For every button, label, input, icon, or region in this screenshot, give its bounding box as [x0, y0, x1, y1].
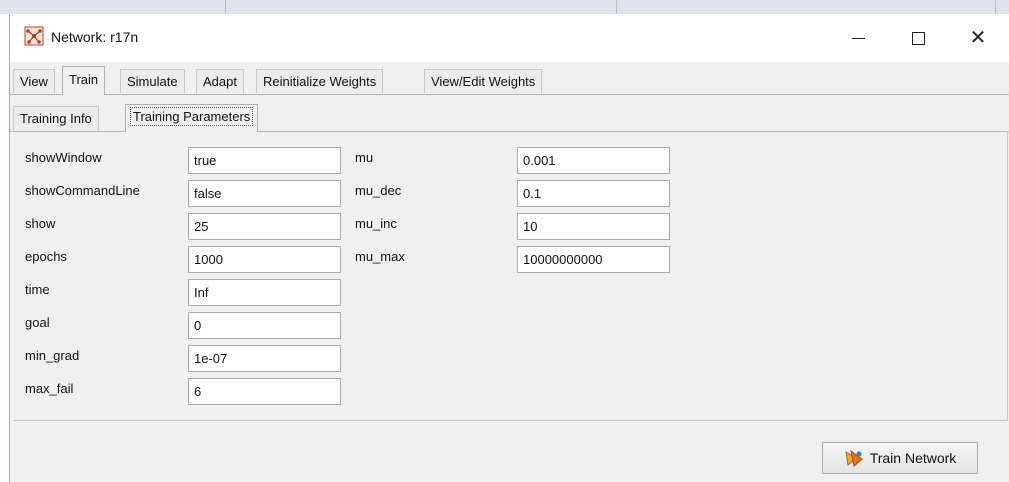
tab-train[interactable]: Train	[62, 66, 106, 95]
minimize-icon	[851, 37, 865, 39]
mu-inc-field[interactable]	[517, 213, 670, 240]
window-title: Network: r17n	[51, 29, 139, 45]
goal-field[interactable]	[188, 312, 341, 339]
param-label-showcommandline: showCommandLine	[25, 183, 140, 198]
main-tab-bar: View Train Simulate Adapt Reinitialize W…	[10, 66, 1009, 95]
time-field[interactable]	[188, 279, 341, 306]
tab-training-parameters-label: Training Parameters	[129, 107, 254, 126]
train-network-button[interactable]: Train Network	[822, 442, 978, 474]
param-label-min-grad: min_grad	[25, 348, 80, 363]
param-label-epochs: epochs	[25, 249, 67, 264]
param-label-mu-max: mu_max	[355, 249, 405, 264]
min-grad-field[interactable]	[188, 345, 341, 372]
neural-network-icon	[24, 26, 44, 46]
training-parameters-panel	[14, 131, 1008, 421]
desktop-divider	[616, 0, 617, 14]
maximize-button[interactable]	[895, 18, 941, 58]
show-field[interactable]	[188, 213, 341, 240]
desktop-background	[0, 0, 1009, 14]
train-network-label: Train Network	[869, 450, 957, 466]
close-button[interactable]: ✕	[955, 18, 1001, 58]
param-label-mu-inc: mu_inc	[355, 216, 397, 231]
title-bar[interactable]: Network: r17n ✕	[10, 14, 1009, 62]
param-label-goal: goal	[25, 315, 50, 330]
param-label-showwindow: showWindow	[25, 150, 102, 165]
mu-dec-field[interactable]	[517, 180, 670, 207]
train-icon	[845, 449, 863, 467]
tab-training-info[interactable]: Training Info	[13, 106, 99, 131]
param-label-mu-dec: mu_dec	[355, 183, 402, 198]
tab-training-parameters[interactable]: Training Parameters	[125, 104, 259, 132]
tab-adapt[interactable]: Adapt	[196, 69, 244, 93]
epochs-field[interactable]	[188, 246, 341, 273]
tab-view-edit-weights[interactable]: View/Edit Weights	[424, 69, 543, 93]
param-label-show: show	[25, 216, 56, 231]
max-fail-field[interactable]	[188, 378, 341, 405]
tab-reinitialize-weights[interactable]: Reinitialize Weights	[256, 69, 384, 93]
tab-view[interactable]: View	[13, 69, 55, 93]
mu-max-field[interactable]	[517, 246, 670, 273]
minimize-button[interactable]	[835, 18, 881, 58]
showcommandline-field[interactable]	[188, 180, 341, 207]
tab-simulate[interactable]: Simulate	[120, 69, 185, 93]
maximize-icon	[911, 31, 925, 45]
desktop-divider	[225, 0, 226, 14]
desktop-divider	[995, 0, 996, 14]
param-label-time: time	[25, 282, 50, 297]
sub-tab-bar: Training Info Training Parameters	[10, 104, 1009, 132]
showwindow-field[interactable]	[188, 147, 341, 174]
param-label-max-fail: max_fail	[25, 381, 74, 396]
close-icon: ✕	[969, 27, 987, 49]
network-window: Network: r17n ✕ View Train Simulate Adap…	[9, 14, 1009, 482]
mu-field[interactable]	[517, 147, 670, 174]
param-label-mu: mu	[355, 150, 374, 165]
